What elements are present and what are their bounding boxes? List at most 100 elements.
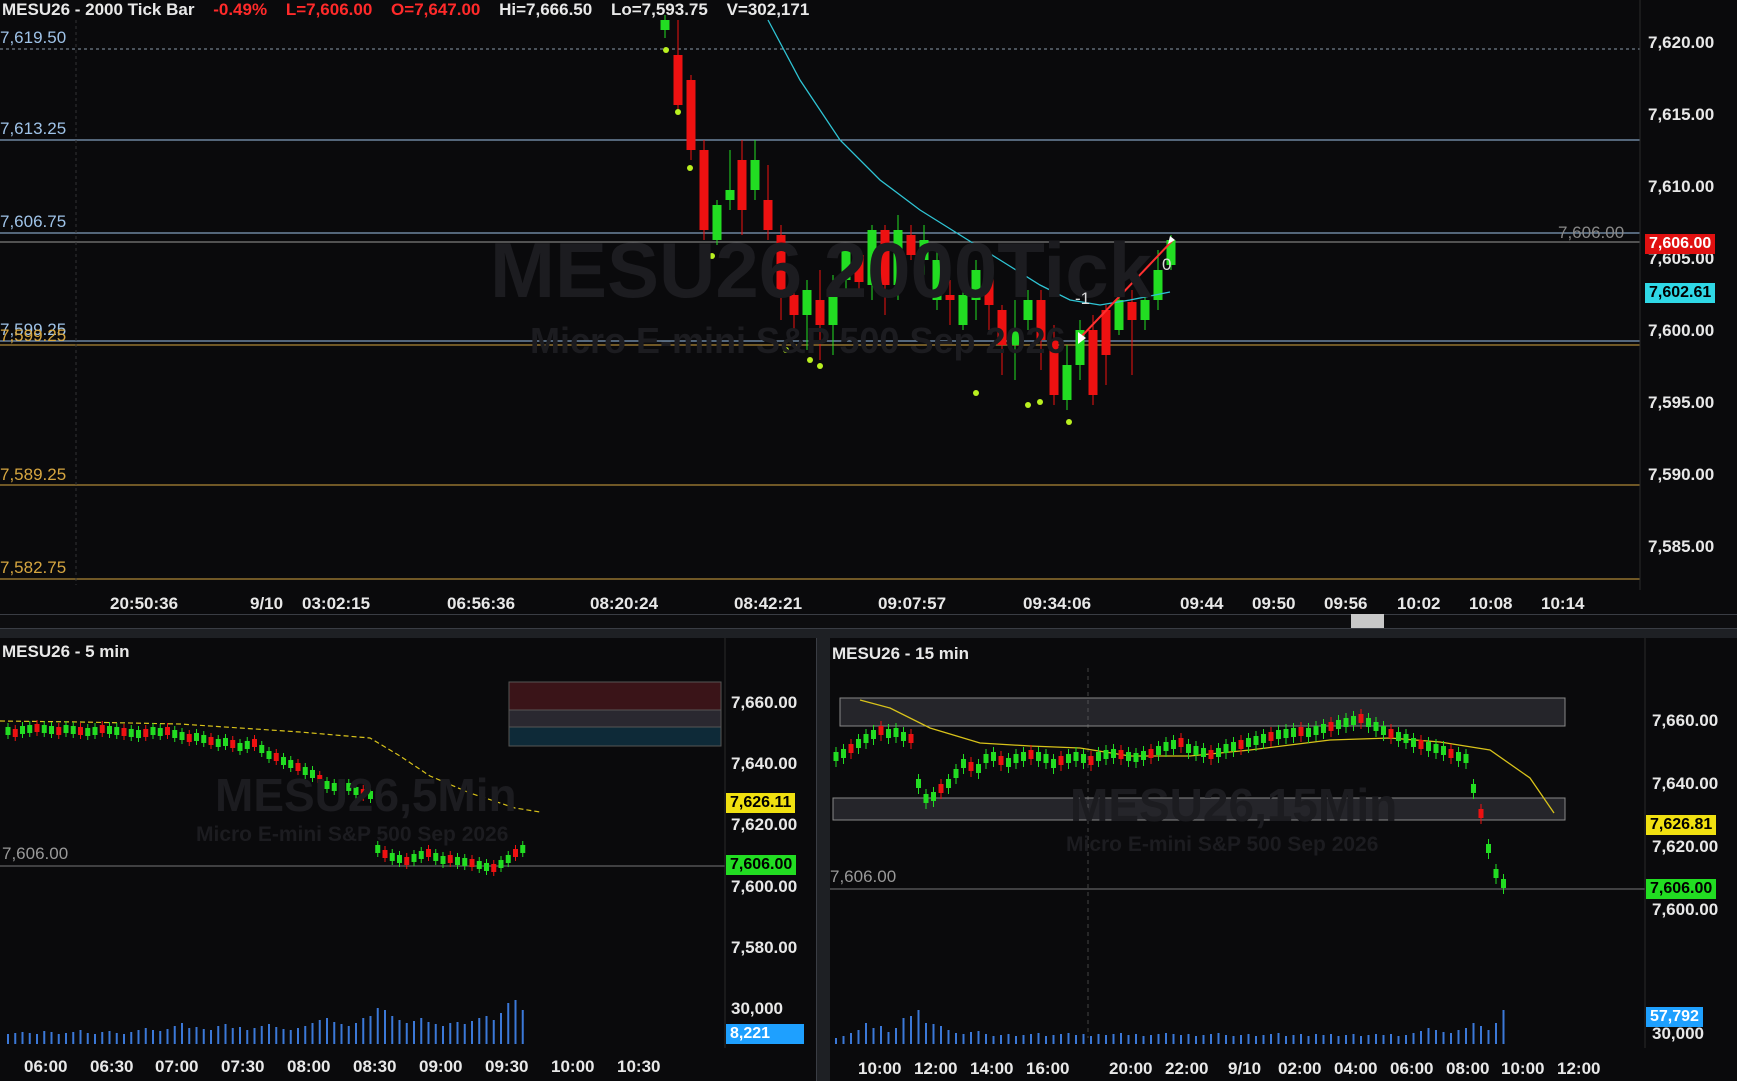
- time-tick: 10:00: [1501, 1059, 1545, 1078]
- zone-box: [508, 726, 722, 747]
- fifteen-min-chart-pane[interactable]: MESU26,15Min Micro E-mini S&P 500 Sep 20…: [830, 638, 1737, 1081]
- zone-box: [508, 709, 722, 728]
- candle-body: [1058, 756, 1064, 765]
- candle-body: [1231, 742, 1236, 751]
- candle-body: [426, 849, 431, 857]
- time-tick: 08:00: [1446, 1059, 1490, 1078]
- candle-body: [991, 752, 996, 761]
- time-tick: 04:00: [1334, 1059, 1378, 1078]
- chart-title: MESU26 - 5 min: [2, 642, 130, 661]
- candle-body: [27, 725, 33, 733]
- candle-body: [114, 727, 120, 735]
- candle-body: [382, 850, 388, 858]
- last-price-line-label: 7,606.00: [1558, 223, 1625, 242]
- time-tick: 08:30: [353, 1057, 397, 1076]
- tick-chart-pane[interactable]: MESU26 2000Tick Micro E-mini S&P 500 Sep…: [0, 0, 1737, 615]
- candle-body: [476, 861, 482, 869]
- time-tick: 14:00: [970, 1059, 1014, 1078]
- candle-body: [1313, 726, 1319, 735]
- candle-body: [1088, 756, 1094, 765]
- candle-body: [49, 726, 54, 734]
- candle-body: [1036, 752, 1041, 761]
- candle-body: [1186, 744, 1191, 753]
- candle-body: [1358, 714, 1364, 723]
- price-tick: 7,620.00: [1648, 33, 1715, 52]
- time-tick: 10:08: [1469, 594, 1513, 613]
- candle-body: [1403, 734, 1409, 743]
- candle-body: [737, 160, 747, 210]
- level-label: 7,613.25: [0, 119, 67, 138]
- candle-body: [194, 733, 199, 741]
- price-tick: 7,610.00: [1648, 177, 1715, 196]
- time-tick: 06:00: [24, 1057, 68, 1076]
- candle-body: [908, 734, 914, 743]
- candle-body: [660, 20, 670, 30]
- candle-body: [505, 855, 511, 863]
- candle-body: [1216, 748, 1221, 757]
- last-price-line-label: 7,606.00: [2, 844, 69, 863]
- pivot-dot: [1066, 419, 1072, 425]
- candle-body: [1223, 744, 1229, 753]
- candle-body: [179, 732, 185, 740]
- candle-body: [469, 859, 475, 867]
- volume-tick: 30,000: [1652, 1024, 1704, 1043]
- price-tick: 7,620.00: [1652, 837, 1719, 856]
- candle-body: [1283, 729, 1289, 738]
- five-min-chart-canvas[interactable]: [0, 638, 816, 1081]
- chart-header: MESU26 - 2000 Tick Bar -0.49% L=7,606.00…: [2, 0, 823, 20]
- candle-body: [863, 734, 869, 743]
- fifteen-min-chart-canvas[interactable]: [830, 638, 1737, 1081]
- candle-body: [841, 749, 846, 758]
- candle-body: [281, 757, 286, 765]
- time-tick: 09:34:06: [1023, 594, 1092, 613]
- candle-body: [12, 729, 18, 737]
- scrollbar-thumb[interactable]: [1351, 614, 1384, 628]
- price-tick: 7,615.00: [1648, 105, 1715, 124]
- pane-divider-vertical[interactable]: [816, 638, 831, 1081]
- candle-body: [165, 727, 170, 735]
- candle-body: [1133, 753, 1139, 762]
- candle-body: [136, 730, 141, 738]
- time-tick: 22:00: [1165, 1059, 1209, 1078]
- time-tick: 02:00: [1278, 1059, 1322, 1078]
- candle-body: [1171, 740, 1176, 749]
- time-tick: 10:00: [858, 1059, 902, 1078]
- candle-body: [938, 784, 944, 793]
- chart-watermark-sub: Micro E-mini S&P 500 Sep 2026: [196, 823, 509, 846]
- pivot-dot: [687, 165, 693, 171]
- horizontal-scrollbar[interactable]: [0, 614, 1737, 615]
- candle-body: [259, 745, 265, 753]
- volume: V=302,171: [726, 0, 810, 19]
- pivot-dot: [1037, 399, 1043, 405]
- open-price: O=7,647.00: [391, 0, 481, 19]
- candle-body: [1351, 716, 1356, 725]
- ma-price-badge: 7,602.61: [1645, 283, 1716, 303]
- candle-body: [1261, 734, 1266, 743]
- five-min-chart-pane[interactable]: MESU26,5Min Micro E-mini S&P 500 Sep 202…: [0, 638, 816, 1081]
- candle-body: [389, 853, 395, 861]
- candle-body: [856, 739, 861, 748]
- candle-body: [1238, 740, 1244, 749]
- candle-body: [1276, 730, 1281, 739]
- time-tick: 09:30: [485, 1057, 529, 1076]
- candle-body: [1013, 754, 1019, 763]
- time-tick: 03:02:15: [302, 594, 371, 613]
- time-tick: 06:56:36: [447, 594, 516, 613]
- time-tick: 08:42:21: [734, 594, 803, 613]
- candle-body: [1201, 748, 1206, 757]
- candle-body: [886, 729, 891, 738]
- price-tick: 7,585.00: [1648, 537, 1715, 556]
- candle-body: [491, 864, 497, 872]
- candle-body: [1101, 310, 1111, 355]
- candle-body: [56, 727, 62, 735]
- time-tick: 07:00: [155, 1057, 199, 1076]
- pivot-dot: [675, 109, 681, 115]
- chart-watermark: MESU26 2000Tick: [490, 226, 1152, 314]
- candle-body: [1043, 754, 1049, 763]
- candle-body: [1396, 732, 1401, 741]
- candle-body: [20, 726, 25, 734]
- candle-body: [1096, 752, 1101, 761]
- candle-body: [1366, 718, 1371, 727]
- price-tick: 7,620.00: [731, 815, 798, 834]
- chart-watermark: MESU26,5Min: [215, 769, 517, 821]
